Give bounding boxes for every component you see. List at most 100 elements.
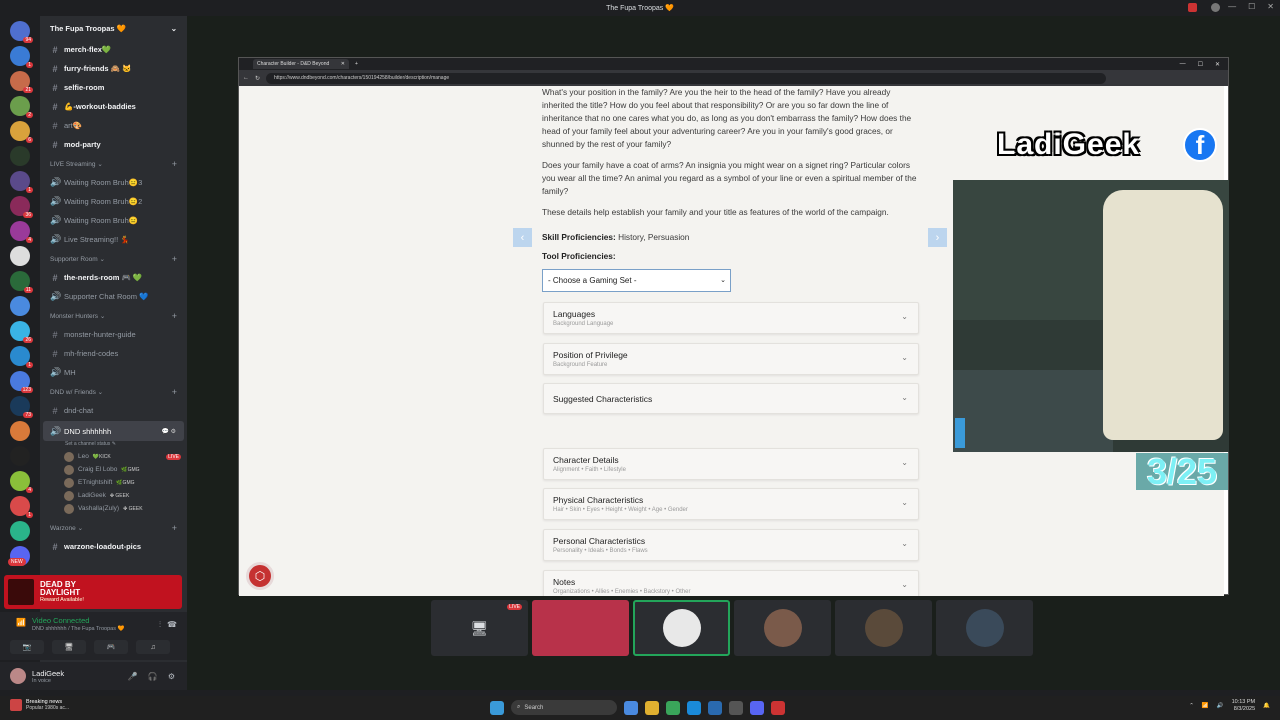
channel-item[interactable]: # merch-flex💚 [40, 40, 187, 59]
participant-tile[interactable] [835, 600, 932, 656]
channel-item[interactable]: # 💪-workout-baddies [40, 97, 187, 116]
server-icon[interactable]: 36 [10, 196, 33, 218]
maximize-icon[interactable]: ☐ [1198, 61, 1203, 68]
microphone-icon[interactable]: 🎤 [128, 672, 138, 681]
camera-off-icon[interactable]: 📷 [10, 640, 44, 654]
server-icon[interactable]: 94 [10, 21, 33, 43]
signal-icon[interactable]: 📶 [16, 618, 26, 627]
channel-actions-icon[interactable]: 💬 ⚙ [161, 428, 176, 435]
voice-status[interactable]: Video Connected [32, 616, 89, 625]
add-channel-icon[interactable]: + [172, 523, 177, 533]
channel-item[interactable]: # monster-hunter-guide [40, 325, 187, 344]
voice-user[interactable]: Craig El Lobo 🌿GMG [40, 463, 187, 476]
channel-item[interactable]: 🔊 MH [40, 363, 187, 382]
participant-tile[interactable] [633, 600, 730, 656]
channel-status[interactable]: Set a channel status ✎ [40, 441, 187, 450]
channel-item[interactable]: 🔊 Waiting Room Bruh😑 [40, 211, 187, 230]
address-bar[interactable]: https://www.dndbeyond.com/characters/150… [266, 72, 1107, 84]
discord-icon[interactable] [750, 700, 764, 715]
news-widget[interactable]: Breaking news Popular 1980s ac... [10, 699, 69, 711]
category-live-streaming[interactable]: LIVE Streaming ⌄ + [40, 154, 187, 173]
file-explorer-icon[interactable] [645, 700, 659, 715]
server-icon[interactable]: 4 [10, 221, 33, 243]
section-accordion[interactable]: Character Details Alignment • Faith • Lif… [543, 448, 919, 480]
avatar[interactable] [10, 668, 26, 684]
server-icon[interactable]: 26 [10, 321, 33, 343]
server-icon[interactable] [10, 296, 30, 316]
minimize-icon[interactable]: — [1228, 2, 1236, 11]
gaming-set-select[interactable]: - Choose a Gaming Set - ⌄ [542, 269, 731, 292]
screen-share-icon[interactable]: 🖥 [52, 640, 86, 654]
server-icon[interactable]: 21 [10, 71, 33, 93]
next-arrow-icon[interactable]: › [928, 228, 947, 247]
section-accordion[interactable]: Physical Characteristics Hair • Skin • Ey… [543, 488, 919, 520]
channel-item[interactable]: 🔊 Supporter Chat Room 💙 [40, 287, 187, 306]
clock[interactable]: 10:13 PM 8/3/2025 [1232, 699, 1256, 713]
section-accordion[interactable]: Suggested Characteristics ⌄ [543, 383, 919, 414]
start-icon[interactable] [490, 700, 504, 715]
noise-suppression-icon[interactable]: ⫶ [159, 620, 161, 630]
help-icon[interactable] [1211, 3, 1220, 12]
channel-item[interactable]: # furry-friends 🙈 🐱 [40, 59, 187, 78]
server-icon[interactable] [10, 146, 30, 166]
store-icon[interactable] [687, 700, 701, 715]
voice-user[interactable]: Leo 💚KICK LIVE [40, 450, 187, 463]
participant-tile[interactable] [734, 600, 831, 656]
inbox-icon[interactable] [1188, 3, 1197, 12]
voice-channel-dnd-active[interactable]: 🔊 DND shhhhhh 💬 ⚙ [43, 421, 184, 441]
activity-icon[interactable]: 🎮 [94, 640, 128, 654]
category-dnd[interactable]: DND w/ Friends ⌄ + [40, 382, 187, 401]
server-icon[interactable]: 73 [10, 396, 33, 418]
section-accordion[interactable]: Languages Background Language ⌄ [543, 302, 919, 334]
new-tab-icon[interactable]: + [355, 61, 358, 67]
reload-icon[interactable]: ↻ [255, 75, 260, 82]
minimize-icon[interactable]: — [1180, 61, 1186, 68]
wifi-icon[interactable]: 📶 [1202, 703, 1209, 709]
close-icon[interactable]: ✕ [1215, 61, 1220, 68]
prev-arrow-icon[interactable]: ‹ [513, 228, 532, 247]
add-channel-icon[interactable]: + [172, 254, 177, 264]
server-header[interactable]: The Fupa Troopas 🧡 ⌄ [40, 16, 187, 40]
close-tab-icon[interactable]: ✕ [341, 61, 345, 67]
participant-tile[interactable]: 🖥 LIVE [431, 600, 528, 656]
server-icon[interactable] [10, 446, 30, 466]
chrome-icon[interactable] [666, 700, 680, 715]
taskbar-search[interactable]: ⌕ Search [511, 700, 617, 715]
channel-item[interactable]: # art🎨 [40, 116, 187, 135]
participant-tile[interactable] [532, 600, 629, 656]
maximize-icon[interactable]: ☐ [1248, 2, 1255, 11]
category-supporter-room[interactable]: Supporter Room ⌄ + [40, 249, 187, 268]
dice-roller-icon[interactable]: ⬡ [246, 562, 274, 590]
channel-item[interactable]: # the-nerds-room 🎮 💚 [40, 268, 187, 287]
volume-icon[interactable]: 🔊 [1217, 703, 1224, 709]
app-icon[interactable] [771, 700, 785, 715]
server-icon[interactable]: 123 [10, 371, 33, 393]
server-icon[interactable]: 1 [10, 46, 33, 68]
voice-user[interactable]: LadiGeek ✤ GEEK [40, 489, 187, 502]
notifications-icon[interactable]: 🔔 [1263, 703, 1270, 709]
settings-icon[interactable]: ⚙ [168, 672, 175, 681]
disconnect-icon[interactable]: ☎ [167, 620, 177, 629]
channel-item[interactable]: # dnd-chat [40, 401, 187, 420]
headphones-icon[interactable]: 🎧 [148, 672, 158, 681]
server-icon[interactable]: 6 [10, 121, 33, 143]
server-icon[interactable]: 1 [10, 171, 33, 193]
server-icon[interactable]: 4 [10, 471, 33, 493]
close-icon[interactable]: ✕ [1267, 2, 1274, 11]
app-icon[interactable] [708, 700, 722, 715]
add-channel-icon[interactable]: + [172, 159, 177, 169]
server-icon[interactable] [10, 246, 30, 266]
channel-item[interactable]: # mod-party [40, 135, 187, 154]
voice-user[interactable]: ETnightshift 🌿GMG [40, 476, 187, 489]
category-monster-hunters[interactable]: Monster Hunters ⌄ + [40, 306, 187, 325]
back-icon[interactable]: ← [243, 75, 249, 82]
app-icon[interactable] [729, 700, 743, 715]
server-icon[interactable] [10, 421, 30, 441]
server-icon[interactable]: 11 [10, 271, 33, 293]
section-accordion[interactable]: Notes Organizations • Allies • Enemies • … [543, 570, 919, 596]
copilot-icon[interactable] [624, 700, 638, 715]
server-icon[interactable]: 1 [10, 496, 33, 518]
category-warzone[interactable]: Warzone ⌄ + [40, 518, 187, 537]
server-icon[interactable]: 2 [10, 96, 33, 118]
section-accordion[interactable]: Personal Characteristics Personality • Id… [543, 529, 919, 561]
